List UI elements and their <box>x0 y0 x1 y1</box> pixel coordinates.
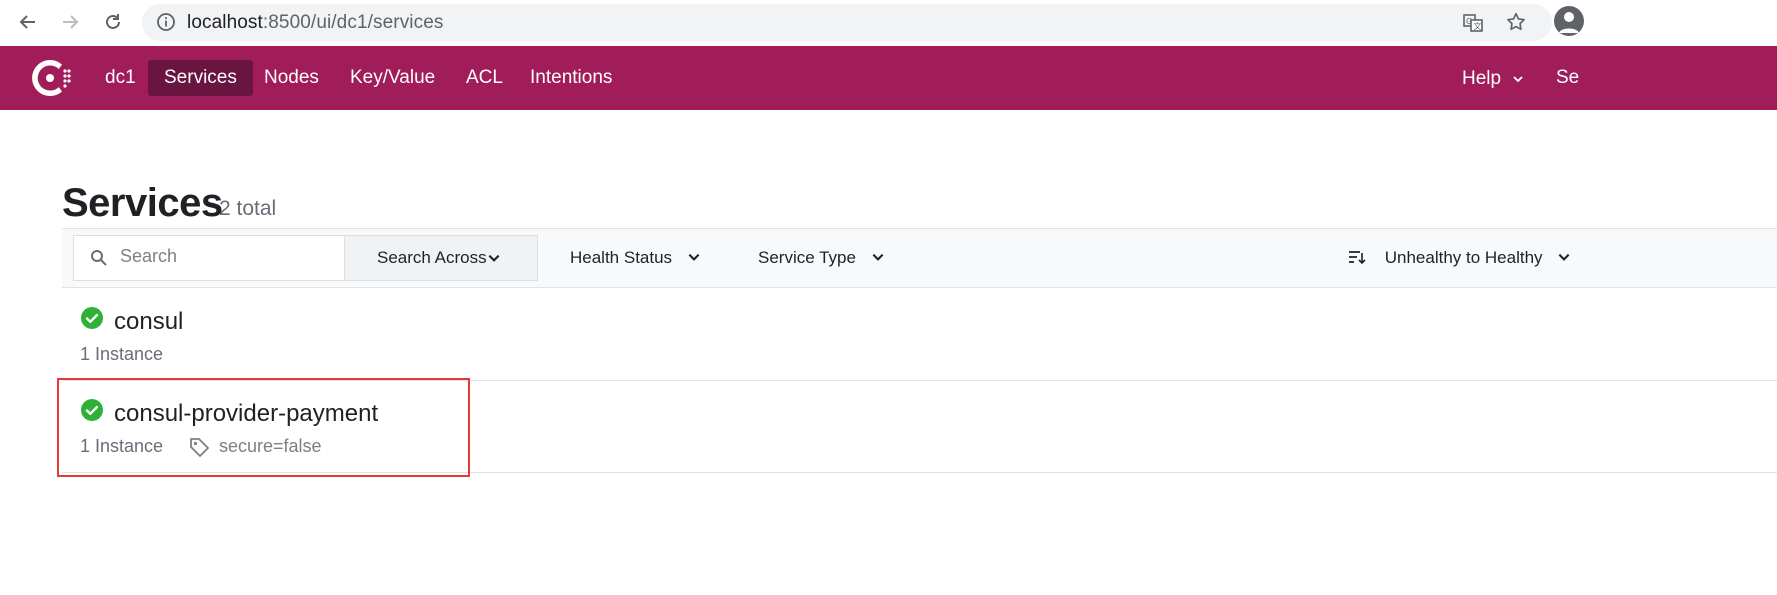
sort-dropdown[interactable]: Unhealthy to Healthy <box>1348 235 1571 281</box>
nav-services[interactable]: Services <box>148 60 253 96</box>
svg-text:文: 文 <box>1474 21 1482 31</box>
search-across-dropdown[interactable]: Search Across <box>344 235 538 281</box>
service-list-item[interactable]: consul 1 Instance <box>62 288 1777 381</box>
url-host: localhost <box>187 12 263 33</box>
help-menu[interactable]: Help <box>1446 61 1540 97</box>
search-across-label: Search Across <box>377 248 487 267</box>
search-input[interactable] <box>120 246 330 267</box>
service-name[interactable]: consul <box>114 308 183 336</box>
browser-toolbar: localhost:8500/ui/dc1/services G文 <box>0 0 1777 46</box>
healthy-check-icon <box>81 307 103 334</box>
url-text: localhost:8500/ui/dc1/services <box>187 12 443 34</box>
chevron-down-icon <box>1558 253 1570 261</box>
translate-icon[interactable]: G文 <box>1462 12 1484 39</box>
bookmark-star-icon[interactable] <box>1505 11 1527 38</box>
service-type-dropdown[interactable]: Service Type <box>758 235 885 281</box>
consul-logo-icon[interactable] <box>28 56 76 100</box>
nav-key-value[interactable]: Key/Value <box>334 60 451 96</box>
nav-acl[interactable]: ACL <box>450 60 519 96</box>
svg-text:G: G <box>1466 17 1472 26</box>
datacenter-selector[interactable]: dc1 <box>89 60 152 96</box>
nav-nodes[interactable]: Nodes <box>248 60 335 96</box>
settings-menu[interactable]: Se <box>1540 60 1595 96</box>
service-type-label: Service Type <box>758 248 856 267</box>
forward-arrow-icon <box>63 15 79 29</box>
nav-intentions[interactable]: Intentions <box>514 60 628 96</box>
chevron-down-icon <box>688 253 700 261</box>
help-label: Help <box>1462 68 1502 89</box>
instance-count: 1 Instance <box>80 344 164 364</box>
url-path: :8500/ui/dc1/services <box>262 12 444 33</box>
health-status-label: Health Status <box>570 248 673 267</box>
chevron-down-icon <box>872 253 884 261</box>
reload-button[interactable] <box>99 8 127 36</box>
app-header: dc1 Services Nodes Key/Value ACL Intenti… <box>0 46 1777 110</box>
search-box[interactable] <box>73 235 344 281</box>
info-icon[interactable] <box>156 12 176 37</box>
search-icon <box>90 249 108 272</box>
profile-avatar-icon[interactable] <box>1554 6 1584 36</box>
health-status-dropdown[interactable]: Health Status <box>570 235 701 281</box>
chevron-down-icon <box>488 254 500 262</box>
page-title: Services <box>62 181 223 225</box>
back-button[interactable] <box>14 8 42 36</box>
reload-icon <box>106 14 120 29</box>
sort-icon <box>1349 251 1366 265</box>
chevron-down-icon <box>1513 76 1523 83</box>
forward-button[interactable] <box>56 8 84 36</box>
sort-label: Unhealthy to Healthy <box>1384 248 1543 267</box>
filter-bar: Search Across Health Status Service Type… <box>62 228 1777 288</box>
service-count: 2 total <box>219 197 277 220</box>
back-arrow-icon <box>19 15 35 29</box>
address-bar[interactable]: localhost:8500/ui/dc1/services G文 <box>142 4 1552 41</box>
annotation-highlight-box <box>57 378 470 477</box>
